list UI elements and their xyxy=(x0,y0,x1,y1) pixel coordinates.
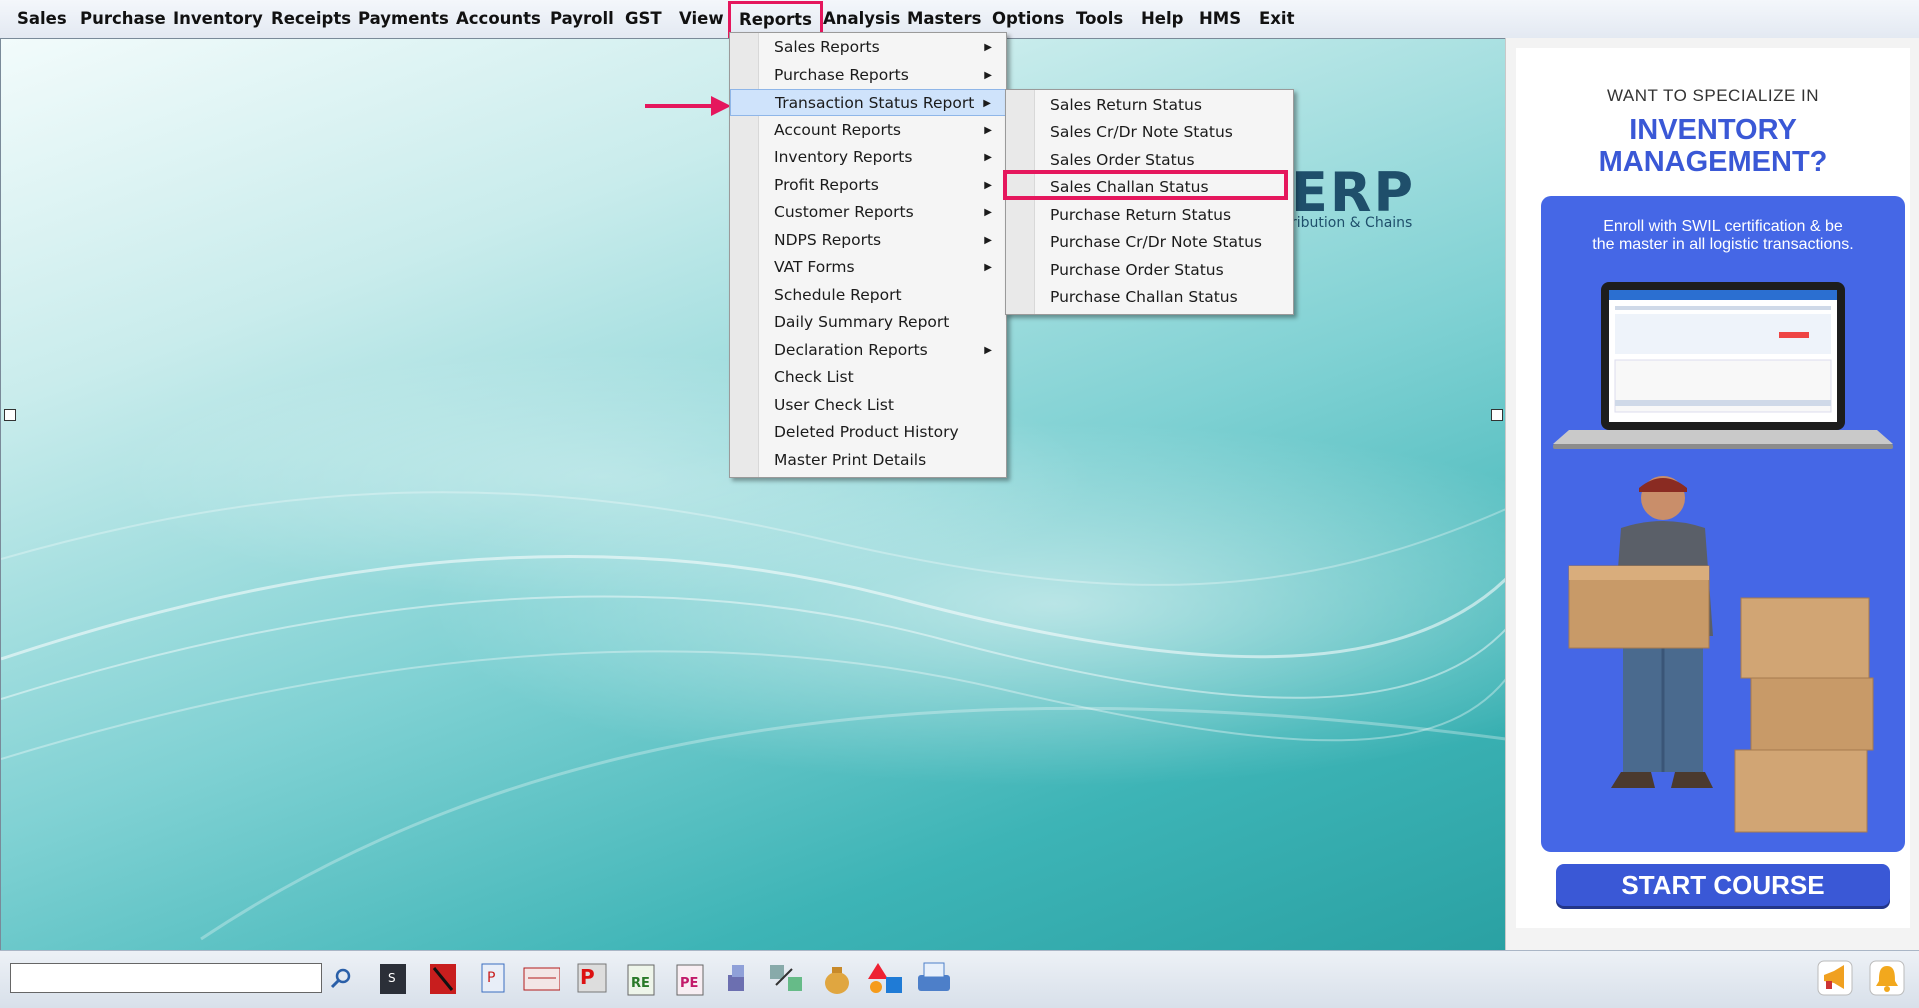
menuitem-daily-summary-report[interactable]: Daily Summary Report xyxy=(730,309,1006,336)
ad-title-line1: INVENTORY xyxy=(1629,114,1797,146)
delivery-person-with-boxes-illustration xyxy=(1568,476,1874,833)
chevron-right-icon: ▶ xyxy=(984,345,992,356)
re-register-icon[interactable]: RE xyxy=(622,958,660,998)
svg-text:P: P xyxy=(487,970,495,986)
svg-text:PE: PE xyxy=(680,976,698,991)
menu-receipts[interactable]: Receipts xyxy=(271,0,351,38)
menu-help[interactable]: Help xyxy=(1141,0,1183,38)
start-course-button[interactable]: START COURSE xyxy=(1556,864,1890,906)
menuitem-account-reports[interactable]: Account Reports ▶ xyxy=(730,117,1006,144)
menuitem-sales-crdr-note-status[interactable]: Sales Cr/Dr Note Status xyxy=(1006,119,1293,146)
transaction-status-submenu: Sales Return Status Sales Cr/Dr Note Sta… xyxy=(1005,89,1294,315)
menuitem-schedule-report[interactable]: Schedule Report xyxy=(730,282,1006,309)
ad-promo-box: Enroll with SWIL certification & be the … xyxy=(1541,196,1905,852)
chevron-right-icon: ▶ xyxy=(984,207,992,218)
stock-icon[interactable] xyxy=(718,958,756,998)
chevron-right-icon: ▶ xyxy=(984,262,992,273)
erp-logo-subtext: ribution & Chains xyxy=(1291,215,1413,231)
menuitem-customer-reports[interactable]: Customer Reports ▶ xyxy=(730,199,1006,226)
menuitem-profit-reports[interactable]: Profit Reports ▶ xyxy=(730,172,1006,199)
menu-tools[interactable]: Tools xyxy=(1076,0,1123,38)
menu-accounts[interactable]: Accounts xyxy=(456,0,541,38)
menu-payments[interactable]: Payments xyxy=(358,0,449,38)
menu-view[interactable]: View xyxy=(679,0,724,38)
svg-text:P: P xyxy=(580,965,595,989)
menuitem-user-check-list[interactable]: User Check List xyxy=(730,392,1006,419)
ad-title: INVENTORY MANAGEMENT? xyxy=(1516,114,1910,178)
highlight-box-sales-challan xyxy=(1003,170,1288,200)
laptop-illustration-icon xyxy=(1553,282,1893,449)
menuitem-check-list[interactable]: Check List xyxy=(730,364,1006,391)
menu-gst[interactable]: GST xyxy=(625,0,662,38)
menuitem-purchase-crdr-note-status[interactable]: Purchase Cr/Dr Note Status xyxy=(1006,229,1293,256)
inventory-transfer-icon[interactable] xyxy=(766,958,804,998)
reports-dropdown-menu: Sales Reports ▶ Purchase Reports ▶ Transac… xyxy=(729,32,1007,478)
notification-bell-icon[interactable] xyxy=(1868,958,1906,998)
menuitem-purchase-challan-status[interactable]: Purchase Challan Status xyxy=(1006,284,1293,311)
chevron-right-icon: ▶ xyxy=(984,42,992,53)
chevron-right-icon: ▶ xyxy=(984,180,992,191)
menuitem-ndps-reports[interactable]: NDPS Reports ▶ xyxy=(730,227,1006,254)
menu-inventory[interactable]: Inventory xyxy=(173,0,263,38)
resize-handle-left[interactable] xyxy=(4,409,16,421)
menu-payroll[interactable]: Payroll xyxy=(550,0,614,38)
menuitem-vat-forms[interactable]: VAT Forms ▶ xyxy=(730,254,1006,281)
ad-small-heading: WANT TO SPECIALIZE IN xyxy=(1606,86,1820,105)
purchase-bill-icon[interactable]: P xyxy=(474,958,512,998)
menuitem-inventory-reports[interactable]: Inventory Reports ▶ xyxy=(730,144,1006,171)
chevron-right-icon: ▶ xyxy=(984,125,992,136)
ad-card: WANT TO SPECIALIZE IN INVENTORY MANAGEME… xyxy=(1516,48,1910,928)
menu-exit[interactable]: Exit xyxy=(1259,0,1294,38)
menu-hms[interactable]: HMS xyxy=(1199,0,1241,38)
pe-register-icon[interactable]: PE xyxy=(671,958,709,998)
menuitem-deleted-product-history[interactable]: Deleted Product History xyxy=(730,419,1006,446)
chevron-right-icon: ▶ xyxy=(984,70,992,81)
chevron-right-icon: ▶ xyxy=(984,152,992,163)
search-input[interactable] xyxy=(10,963,322,993)
menuitem-sales-return-status[interactable]: Sales Return Status xyxy=(1006,92,1293,119)
check-book-icon[interactable] xyxy=(522,958,560,998)
ad-title-line2: MANAGEMENT? xyxy=(1598,146,1828,178)
menuitem-declaration-reports[interactable]: Declaration Reports ▶ xyxy=(730,337,1006,364)
menu-purchase[interactable]: Purchase xyxy=(80,0,166,38)
red-arrow-icon xyxy=(645,96,731,116)
svg-text:S: S xyxy=(388,971,396,985)
purchase-register-icon[interactable]: P xyxy=(572,958,610,998)
ad-enroll-text: Enroll with SWIL certification & be the … xyxy=(1592,218,1854,253)
svg-text:RE: RE xyxy=(631,976,650,991)
menuitem-transaction-status-report[interactable]: Transaction Status Report ▶ xyxy=(730,89,1006,116)
menuitem-purchase-order-status[interactable]: Purchase Order Status xyxy=(1006,257,1293,284)
cash-bag-icon[interactable] xyxy=(818,958,856,998)
search-icon[interactable] xyxy=(322,958,360,998)
sales-slip-icon[interactable]: S xyxy=(374,958,412,998)
announcement-icon[interactable] xyxy=(1816,958,1854,998)
chevron-right-icon: ▶ xyxy=(983,98,991,109)
menuitem-purchase-reports[interactable]: Purchase Reports ▶ xyxy=(730,62,1006,89)
cancel-slip-icon[interactable] xyxy=(424,958,462,998)
shapes-icon[interactable] xyxy=(866,958,904,998)
printer-icon[interactable] xyxy=(914,958,952,998)
menuitem-purchase-return-status[interactable]: Purchase Return Status xyxy=(1006,202,1293,229)
menuitem-sales-reports[interactable]: Sales Reports ▶ xyxy=(730,34,1006,61)
ad-panel: WANT TO SPECIALIZE IN INVENTORY MANAGEME… xyxy=(1505,38,1919,950)
bottom-toolbar: S P P RE PE xyxy=(0,950,1919,1008)
menu-sales[interactable]: Sales xyxy=(17,0,67,38)
resize-handle-right[interactable] xyxy=(1491,409,1503,421)
menuitem-master-print-details[interactable]: Master Print Details xyxy=(730,447,1006,474)
chevron-right-icon: ▶ xyxy=(984,235,992,246)
